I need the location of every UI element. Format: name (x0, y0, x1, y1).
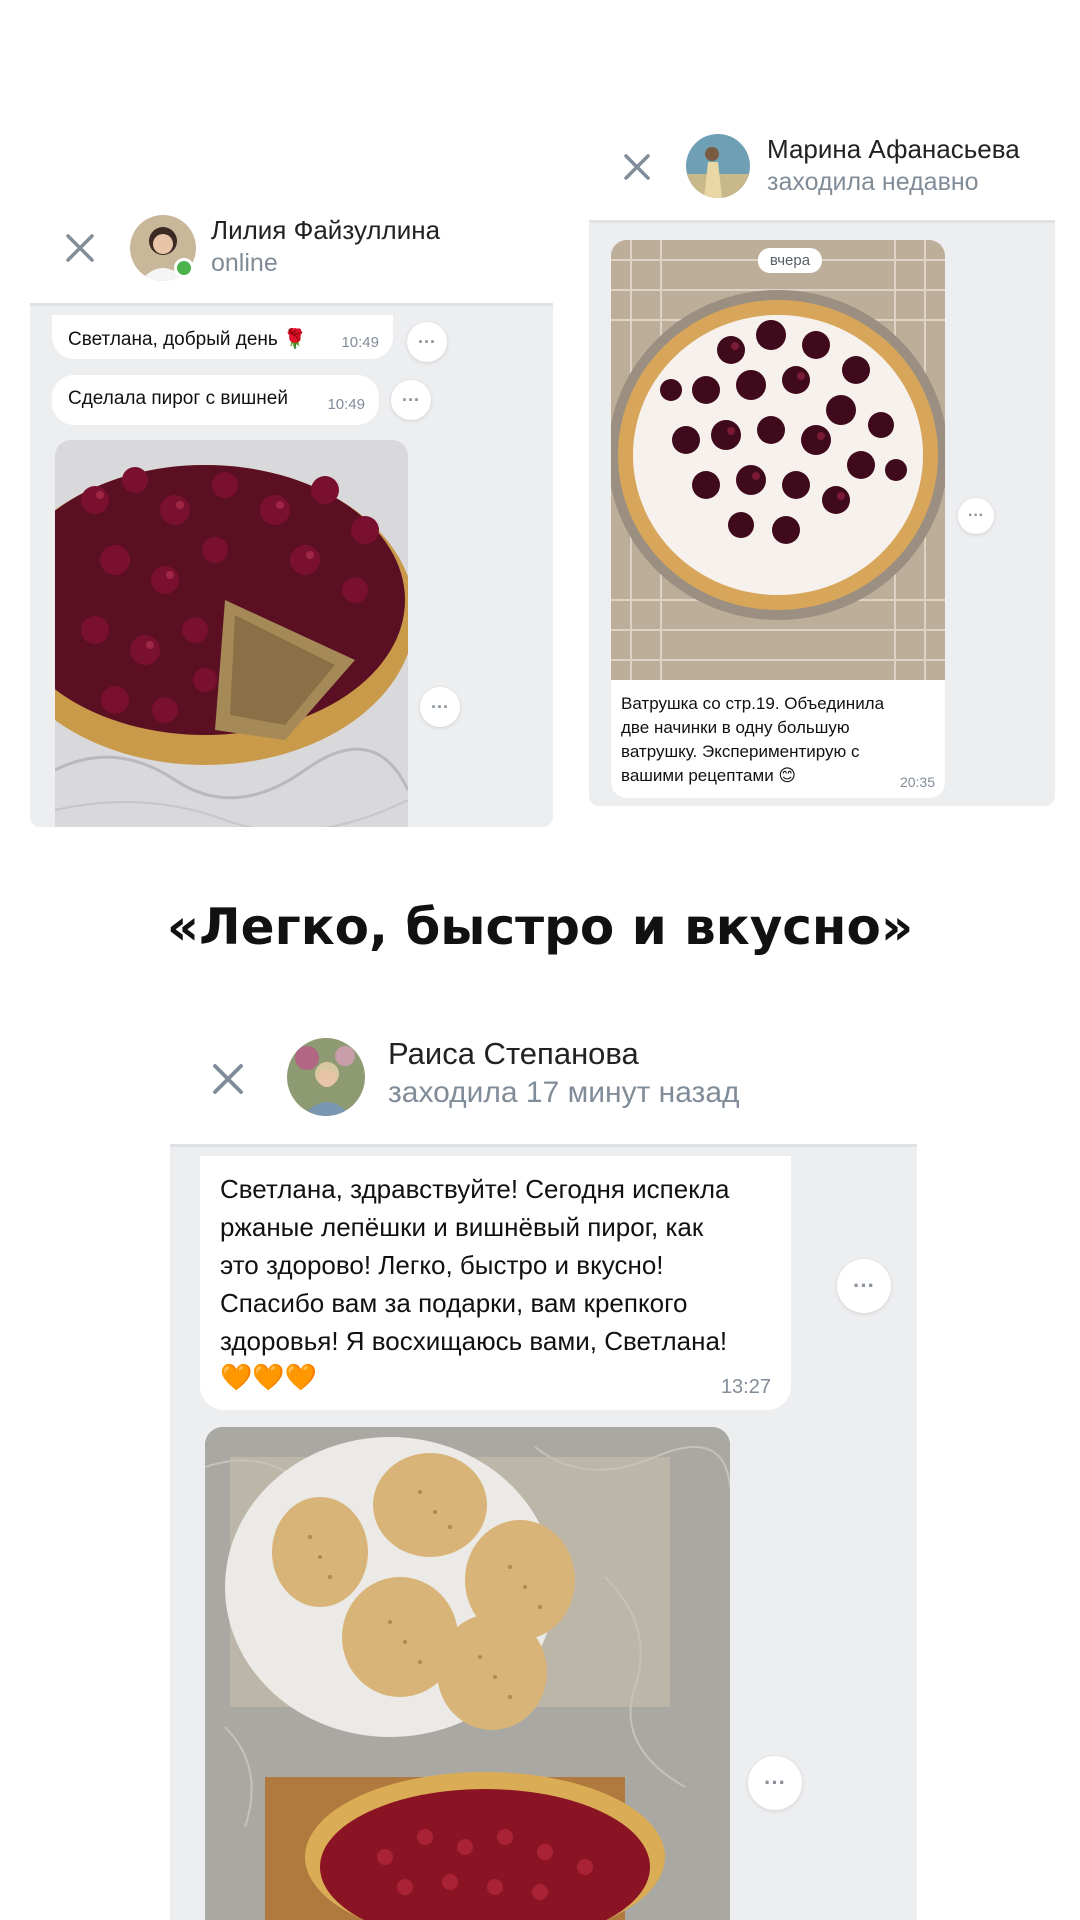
close-icon[interactable] (211, 1062, 245, 1096)
caption-line: две начинки в одну большую (621, 718, 850, 737)
avatar[interactable] (686, 134, 750, 198)
caption-line: ватрушку. Экспериментирую с (621, 742, 860, 761)
chat-card-liliya: Лилия Файзуллина online Светлана, добрый… (30, 175, 553, 827)
message-bubble[interactable]: Светлана, добрый день 🌹 10:49 (52, 315, 393, 359)
more-icon[interactable]: ··· (420, 687, 460, 727)
contact-name: Раиса Степанова (388, 1036, 639, 1071)
message-text: Светлана, добрый день 🌹 (68, 329, 307, 350)
chat-header: Лилия Файзуллина online (30, 175, 553, 306)
cherry-pie-photo[interactable] (55, 440, 408, 827)
more-icon[interactable]: ··· (748, 1756, 802, 1810)
close-icon[interactable] (622, 152, 652, 182)
message-line: Светлана, здравствуйте! Сегодня испекла (220, 1174, 730, 1204)
contact-status: заходила 17 минут назад (388, 1076, 740, 1109)
message-bubble[interactable]: Ватрушка со стр.19. Объединила две начин… (611, 680, 945, 798)
online-indicator (174, 258, 194, 278)
avatar[interactable] (287, 1038, 365, 1116)
message-time: 10:49 (341, 334, 379, 351)
more-icon[interactable]: ··· (837, 1259, 891, 1313)
caption-line: вашими рецептами 😊 (621, 766, 797, 785)
chat-header: Раиса Степанова заходила 17 минут назад (170, 1016, 917, 1147)
message-time: 10:49 (327, 396, 365, 413)
message-line: ржаные лепёшки и вишнёвый пирог, как (220, 1212, 704, 1242)
message-line: Спасибо вам за подарки, вам крепкого (220, 1288, 688, 1318)
more-icon[interactable]: ··· (958, 498, 994, 534)
message-bubble[interactable]: Сделала пирог с вишней 10:49 (52, 375, 379, 425)
tagline: «Легко, быстро и вкусно» (166, 898, 914, 956)
chat-header: Марина Афанасьева заходила недавно (589, 100, 1055, 223)
close-icon[interactable] (64, 232, 96, 264)
message-time: 20:35 (899, 774, 935, 790)
chat-card-marina: Марина Афанасьева заходила недавно вчера… (589, 100, 1055, 806)
date-badge: вчера (757, 248, 823, 273)
message-line: это здорово! Легко, быстро и вкусно! (220, 1250, 664, 1280)
message-time: 13:27 (720, 1376, 771, 1398)
contact-name: Лилия Файзуллина (211, 215, 441, 245)
more-icon[interactable]: ··· (407, 322, 447, 362)
message-bubble[interactable]: Светлана, здравствуйте! Сегодня испекла … (200, 1156, 791, 1410)
flatbreads-and-pie-photo[interactable] (205, 1427, 730, 1920)
chat-card-raisa: Раиса Степанова заходила 17 минут назад … (170, 1016, 917, 1920)
message-line: здоровья! Я восхищаюсь вами, Светлана! (220, 1326, 728, 1356)
caption-line: Ватрушка со стр.19. Объединила (621, 694, 885, 713)
more-icon[interactable]: ··· (391, 380, 431, 420)
contact-name: Марина Афанасьева (767, 134, 1020, 164)
contact-status: online (211, 249, 278, 277)
message-line: 🧡🧡🧡 (220, 1362, 318, 1392)
message-text: Сделала пирог с вишней (68, 388, 288, 409)
contact-status: заходила недавно (767, 168, 979, 196)
cherry-tart-photo[interactable]: вчера (611, 240, 945, 680)
